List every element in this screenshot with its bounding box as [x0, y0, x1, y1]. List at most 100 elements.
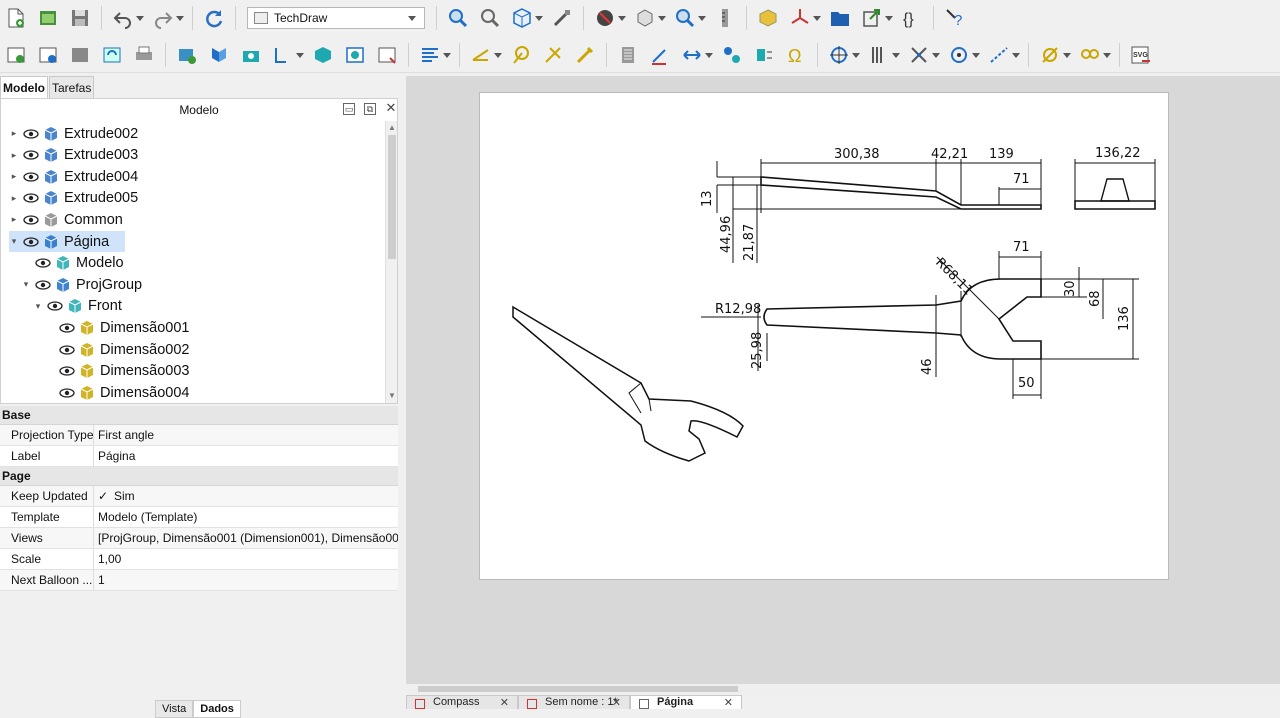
angle-dimension-icon[interactable] — [572, 42, 598, 68]
tree-item[interactable]: ▾ ProjGroup — [21, 274, 142, 295]
tree-item[interactable]: ▾ Página — [9, 231, 125, 252]
tab-dados[interactable]: Dados — [193, 700, 241, 718]
surface-finish-icon[interactable] — [1037, 42, 1071, 68]
drawing-viewport[interactable]: 300,38 42,21 139 71 136,22 13 44,96 21,8… — [406, 76, 1280, 684]
visibility-eye-icon[interactable] — [23, 172, 39, 182]
tree-item[interactable]: ▸ Extrude005 — [9, 188, 138, 209]
tree-item[interactable]: Dimensão002 — [45, 339, 189, 360]
clip-icon[interactable] — [342, 42, 368, 68]
hatch-icon[interactable] — [615, 42, 641, 68]
camera-icon[interactable] — [238, 42, 264, 68]
print-icon[interactable] — [131, 42, 157, 68]
expand-arrow-icon[interactable]: ▸ — [9, 128, 19, 139]
weld-icon[interactable] — [751, 42, 777, 68]
macro-icon[interactable]: {} — [899, 5, 925, 31]
save-file-icon[interactable] — [67, 5, 93, 31]
tree-item[interactable]: ▸ Extrude002 — [9, 123, 138, 144]
whats-this-icon[interactable]: ? — [942, 5, 968, 31]
scroll-down-icon[interactable]: ▼ — [388, 391, 396, 400]
draw-style-icon[interactable] — [592, 5, 626, 31]
cosmetic-lines-icon[interactable] — [866, 42, 900, 68]
close-tab-icon[interactable]: ✕ — [612, 696, 621, 709]
export-icon[interactable] — [859, 5, 893, 31]
recompute-icon[interactable] — [99, 42, 125, 68]
property-value[interactable]: ✓ Sim — [94, 486, 398, 506]
visibility-eye-icon[interactable] — [23, 215, 39, 225]
hscroll-thumb[interactable] — [418, 686, 738, 692]
tree-scrollbar[interactable]: ▲ ▼ — [385, 121, 397, 403]
visibility-eye-icon[interactable] — [23, 193, 39, 203]
folder-icon[interactable] — [827, 5, 853, 31]
zoom-fit-icon[interactable] — [445, 5, 471, 31]
property-value[interactable]: Modelo (Template) — [94, 507, 398, 527]
length-dimension-icon[interactable] — [468, 42, 502, 68]
detail-view-icon[interactable] — [310, 42, 336, 68]
omega-symbol-icon[interactable]: Ω — [783, 42, 809, 68]
expand-arrow-icon[interactable]: ▸ — [9, 150, 19, 161]
tab-modelo[interactable]: Modelo — [0, 76, 48, 98]
drawing-sheet[interactable]: 300,38 42,21 139 71 136,22 13 44,96 21,8… — [479, 92, 1169, 580]
visibility-eye-icon[interactable] — [23, 236, 39, 247]
close-tab-icon[interactable]: ✕ — [500, 696, 509, 709]
tolerance-icon[interactable] — [1077, 42, 1111, 68]
horizontal-extent-icon[interactable] — [679, 42, 713, 68]
diameter-dimension-icon[interactable] — [540, 42, 566, 68]
restore-icon[interactable]: ▭ — [343, 103, 355, 115]
property-value[interactable]: 1,00 — [94, 549, 398, 569]
property-group-header[interactable]: Base — [0, 406, 398, 425]
expand-arrow-icon[interactable]: ▾ — [21, 279, 31, 290]
redo-icon[interactable] — [150, 5, 184, 31]
property-row[interactable]: Projection Type First angle — [0, 425, 398, 446]
insert-template-icon[interactable] — [35, 42, 61, 68]
visibility-eye-icon[interactable] — [59, 344, 75, 355]
property-value[interactable]: 1 — [94, 570, 398, 590]
tree-item[interactable]: ▾ Front — [33, 296, 122, 317]
radius-dimension-icon[interactable] — [508, 42, 534, 68]
visibility-eye-icon[interactable] — [59, 388, 75, 398]
circle-centerline-icon[interactable] — [946, 42, 980, 68]
document-tab[interactable]: Sem nome : 1* ✕ — [518, 695, 630, 709]
visibility-eye-icon[interactable] — [23, 128, 39, 139]
checkbox-checked-icon[interactable]: ✓ — [98, 490, 110, 502]
visibility-eye-icon[interactable] — [23, 150, 39, 160]
centerline-icon[interactable] — [826, 42, 860, 68]
scroll-up-icon[interactable]: ▲ — [388, 123, 396, 132]
tree-item[interactable]: Modelo — [21, 253, 124, 274]
property-group-header[interactable]: Page — [0, 467, 398, 486]
visibility-eye-icon[interactable] — [59, 366, 75, 376]
axis-icon[interactable] — [787, 5, 821, 31]
undo-icon[interactable] — [110, 5, 144, 31]
expand-arrow-icon[interactable]: ▸ — [9, 214, 19, 225]
property-row[interactable]: Keep Updated ✓ Sim — [0, 486, 398, 507]
viewport-hscroll[interactable] — [406, 684, 1280, 694]
projection-group-icon[interactable] — [206, 42, 232, 68]
property-row[interactable]: Label Página — [0, 446, 398, 467]
std-views-icon[interactable] — [632, 5, 666, 31]
property-row[interactable]: Scale 1,00 — [0, 549, 398, 570]
document-tab[interactable]: Página ✕ — [630, 695, 742, 709]
visibility-eye-icon[interactable] — [35, 280, 51, 290]
part-icon[interactable] — [755, 5, 781, 31]
property-value[interactable]: First angle — [94, 425, 398, 445]
new-file-icon[interactable] — [3, 5, 29, 31]
open-file-icon[interactable] — [35, 5, 61, 31]
balloon-icon[interactable] — [719, 42, 745, 68]
workbench-selector[interactable]: TechDraw — [247, 7, 425, 29]
close-icon[interactable]: ✕ — [385, 101, 397, 115]
techdraw-page-icon[interactable] — [3, 42, 29, 68]
property-value[interactable]: Página — [94, 446, 398, 466]
export-svg-icon[interactable]: SVG — [1128, 42, 1154, 68]
tab-vista[interactable]: Vista — [155, 700, 194, 718]
redraw-icon[interactable] — [67, 42, 93, 68]
visibility-eye-icon[interactable] — [47, 301, 63, 311]
expand-arrow-icon[interactable]: ▸ — [9, 171, 19, 182]
property-row[interactable]: Template Modelo (Template) — [0, 507, 398, 528]
measure-icon[interactable] — [549, 5, 575, 31]
tab-tarefas[interactable]: Tarefas — [49, 76, 95, 98]
tree-item[interactable]: ▸ Common — [9, 209, 123, 230]
insert-view-icon[interactable] — [174, 42, 200, 68]
visibility-eye-icon[interactable] — [59, 323, 75, 333]
tree-item[interactable]: ▸ Extrude003 — [9, 145, 138, 166]
property-row[interactable]: Views [ProjGroup, Dimensão001 (Dimension0… — [0, 528, 398, 549]
tree-item[interactable]: Dimensão004 — [45, 382, 189, 403]
